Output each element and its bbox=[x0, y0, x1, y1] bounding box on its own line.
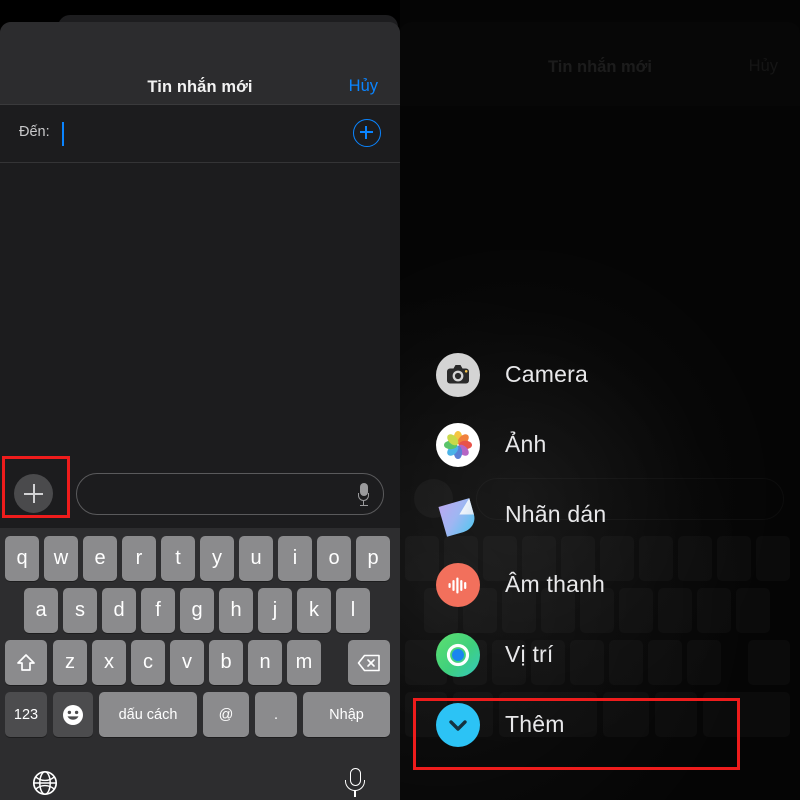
cancel-button[interactable]: Hủy bbox=[349, 77, 378, 96]
location-icon bbox=[436, 633, 480, 677]
conversation-area bbox=[0, 163, 400, 463]
menu-item-them[interactable]: Thêm bbox=[400, 690, 800, 760]
key-t[interactable]: t bbox=[161, 536, 195, 581]
key-f[interactable]: f bbox=[141, 588, 175, 633]
attach-plus-button[interactable] bbox=[14, 474, 53, 513]
key-j[interactable]: j bbox=[258, 588, 292, 633]
shift-key[interactable] bbox=[5, 640, 47, 685]
key-s[interactable]: s bbox=[63, 588, 97, 633]
menu-item-label: Ảnh bbox=[505, 431, 547, 457]
key-n[interactable]: n bbox=[248, 640, 282, 685]
menu-item-label: Âm thanh bbox=[505, 571, 606, 597]
key-v[interactable]: v bbox=[170, 640, 204, 685]
menu-item-nhan-dan[interactable]: Nhãn dán bbox=[400, 480, 800, 550]
menu-item-am-thanh[interactable]: Âm thanh bbox=[400, 550, 800, 620]
key-p[interactable]: p bbox=[356, 536, 390, 581]
keyboard-utility-row bbox=[0, 766, 400, 800]
key-o[interactable]: o bbox=[317, 536, 351, 581]
key-x[interactable]: x bbox=[92, 640, 126, 685]
key-c[interactable]: c bbox=[131, 640, 165, 685]
menu-item-label: Camera bbox=[505, 361, 589, 387]
chevron-down-circle-icon bbox=[436, 703, 480, 747]
period-key[interactable]: . bbox=[255, 692, 297, 737]
recipient-row[interactable]: Đến: bbox=[0, 105, 400, 163]
message-input-bar bbox=[0, 463, 400, 529]
navigation-bar: Tin nhắn mới Hủy bbox=[0, 22, 400, 105]
emoji-key[interactable] bbox=[53, 692, 93, 737]
right-panel-attachment-menu: Tin nhắn mới Hủy Camera Ảnh Nhãn dán Âm … bbox=[400, 0, 800, 800]
ghost-cancel-button: Hủy bbox=[748, 57, 778, 75]
numbers-key[interactable]: 123 bbox=[5, 692, 47, 737]
app-screenshot: Tin nhắn mới Hủy Đến: q w e r t y u i o … bbox=[0, 0, 800, 800]
page-title: Tin nhắn mới bbox=[147, 78, 253, 96]
key-u[interactable]: u bbox=[239, 536, 273, 581]
key-e[interactable]: e bbox=[83, 536, 117, 581]
shift-arrow-icon bbox=[16, 653, 36, 672]
attachment-menu-list: Camera Ảnh Nhãn dán Âm thanh Vị trí Thêm bbox=[400, 340, 800, 760]
menu-item-anh[interactable]: Ảnh bbox=[400, 410, 800, 480]
menu-item-label: Vị trí bbox=[505, 641, 554, 667]
sticker-icon bbox=[436, 493, 480, 537]
message-input[interactable] bbox=[76, 473, 384, 515]
globe-icon[interactable] bbox=[32, 770, 58, 796]
dictation-microphone-icon[interactable] bbox=[345, 768, 365, 798]
key-d[interactable]: d bbox=[102, 588, 136, 633]
key-w[interactable]: w bbox=[44, 536, 78, 581]
at-key[interactable]: @ bbox=[203, 692, 249, 737]
ghost-page-title: Tin nhắn mới bbox=[547, 58, 652, 76]
on-screen-keyboard: q w e r t y u i o p a s d f g h j k l z … bbox=[0, 528, 400, 800]
key-l[interactable]: l bbox=[336, 588, 370, 633]
menu-item-vi-tri[interactable]: Vị trí bbox=[400, 620, 800, 690]
audio-waveform-icon bbox=[436, 563, 480, 607]
photos-icon bbox=[436, 423, 480, 467]
menu-item-label: Nhãn dán bbox=[505, 501, 607, 527]
key-m[interactable]: m bbox=[287, 640, 321, 685]
menu-item-label: Thêm bbox=[505, 711, 565, 737]
backspace-key[interactable] bbox=[348, 640, 390, 685]
recipient-label: Đến: bbox=[19, 124, 50, 140]
plus-circle-icon[interactable] bbox=[353, 119, 381, 147]
key-y[interactable]: y bbox=[200, 536, 234, 581]
key-g[interactable]: g bbox=[180, 588, 214, 633]
text-caret bbox=[62, 122, 64, 146]
smiley-face-icon bbox=[62, 704, 84, 726]
return-key[interactable]: Nhập bbox=[303, 692, 390, 737]
key-a[interactable]: a bbox=[24, 588, 58, 633]
menu-item-camera[interactable]: Camera bbox=[400, 340, 800, 410]
key-b[interactable]: b bbox=[209, 640, 243, 685]
backspace-icon bbox=[357, 654, 381, 672]
camera-icon bbox=[436, 353, 480, 397]
space-key[interactable]: dấu cách bbox=[99, 692, 197, 737]
key-r[interactable]: r bbox=[122, 536, 156, 581]
key-k[interactable]: k bbox=[297, 588, 331, 633]
key-z[interactable]: z bbox=[53, 640, 87, 685]
key-h[interactable]: h bbox=[219, 588, 253, 633]
left-panel-new-message: Tin nhắn mới Hủy Đến: q w e r t y u i o … bbox=[0, 0, 400, 800]
microphone-icon[interactable] bbox=[358, 483, 369, 507]
key-q[interactable]: q bbox=[5, 536, 39, 581]
key-i[interactable]: i bbox=[278, 536, 312, 581]
